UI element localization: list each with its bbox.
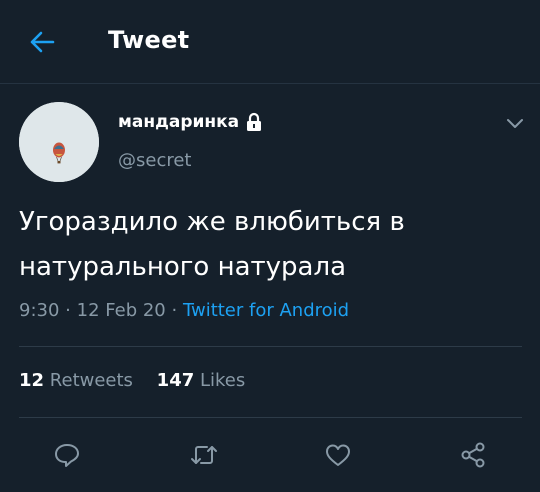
meta-separator: ·: [65, 300, 71, 321]
retweet-icon: [191, 446, 217, 464]
share-button[interactable]: [455, 437, 491, 473]
retweets-label: Retweets: [49, 370, 133, 391]
divider: [19, 346, 522, 347]
tweet-menu-button[interactable]: [502, 112, 528, 134]
retweets-count: 12: [19, 370, 45, 391]
tweet-time: 9:30: [19, 300, 60, 321]
retweets-stat[interactable]: 12 Retweets: [19, 370, 133, 391]
retweet-button[interactable]: [186, 437, 222, 473]
author-display-name[interactable]: мандаринка: [118, 112, 263, 132]
tweet-detail-screen: Tweet мандаринка @secret Угораздило же в…: [0, 0, 540, 492]
meta-separator: ·: [171, 300, 178, 321]
tweet-stats: 12 Retweets 147 Likes: [19, 370, 263, 391]
arrow-left-icon: [30, 31, 55, 53]
hot-air-balloon-icon: [19, 102, 99, 182]
like-icon: [326, 444, 350, 466]
page-title: Tweet: [108, 26, 190, 54]
top-app-bar: Tweet: [0, 0, 540, 84]
tweet-date: 12 Feb 20: [76, 300, 166, 321]
divider: [19, 417, 522, 418]
share-icon: [461, 442, 485, 468]
likes-stat[interactable]: 147 Likes: [157, 370, 246, 391]
likes-label: Likes: [199, 370, 246, 391]
lock-icon: [245, 112, 263, 132]
chevron-down-icon: [507, 119, 523, 128]
tweet-source-link[interactable]: Twitter for Android: [183, 300, 349, 321]
display-name-text: мандаринка: [118, 112, 240, 132]
reply-icon: [55, 444, 79, 467]
reply-button[interactable]: [49, 437, 85, 473]
tweet-text-line: натурального натурала: [19, 252, 347, 282]
author-username[interactable]: @secret: [118, 150, 192, 171]
tweet-text-line: Угораздило же влюбиться в: [19, 207, 405, 237]
like-button[interactable]: [320, 437, 356, 473]
back-button[interactable]: [24, 24, 60, 60]
likes-count: 147: [156, 370, 195, 391]
tweet-meta: 9:30 · 12 Feb 20 · Twitter for Android: [19, 300, 349, 321]
tweet-text: Угораздило же влюбиться в натурального н…: [19, 200, 519, 290]
avatar[interactable]: [19, 102, 99, 182]
